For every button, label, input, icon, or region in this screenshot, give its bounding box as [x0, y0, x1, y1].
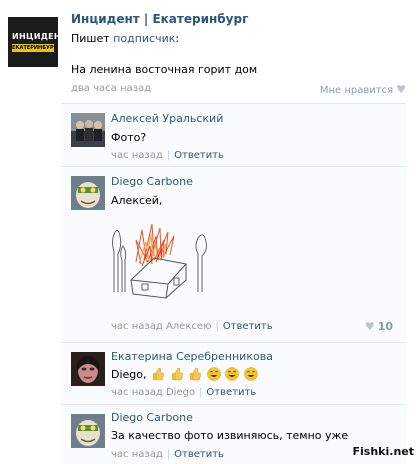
post-like-button[interactable]: Мне нравится ♥ — [320, 83, 406, 96]
thumbs-up-icon — [171, 367, 183, 381]
laughing-face-icon — [225, 367, 239, 381]
thumbs-up-icon — [190, 367, 201, 381]
comment-meta: час назад Алексею | Ответить — [111, 321, 273, 332]
comment-like-count: 10 — [377, 320, 393, 333]
like-label: Мне нравится — [319, 85, 394, 96]
comment-time[interactable]: час назад — [111, 449, 163, 460]
comment-time[interactable]: час назад — [111, 150, 163, 161]
post: ИНЦИДЕНТ ЕКАТЕРИНБУРГ Инцидент | Екатери… — [0, 0, 420, 103]
reply-to[interactable]: Diego — [166, 387, 195, 398]
signer-prefix: Пишет — [71, 32, 114, 45]
signer-link[interactable]: подписчик — [113, 32, 175, 45]
comment-author[interactable]: Diego Carbone — [111, 411, 193, 424]
comment-text-prefix: Diego, — [111, 368, 147, 381]
comment: Екатерина Серебренникова Diego, час наза… — [61, 342, 406, 404]
comment: Алексей Уральский Фото? час назад | Ответи… — [61, 103, 406, 166]
signer-suffix: : — [175, 32, 180, 45]
comment-time[interactable]: час назад — [111, 387, 163, 398]
group-avatar[interactable]: ИНЦИДЕНТ ЕКАТЕРИНБУРГ — [8, 17, 58, 67]
comment-time[interactable]: час назад — [111, 321, 163, 332]
heart-icon: ♥ — [364, 320, 375, 333]
avatar[interactable] — [71, 352, 105, 386]
reply-button[interactable]: Ответить — [223, 321, 273, 332]
comment-author[interactable]: Алексей Уральский — [111, 112, 223, 125]
post-time[interactable]: два часа назад — [71, 83, 151, 94]
comment-author[interactable]: Екатерина Серебренникова — [111, 350, 273, 363]
comment-meta: час назад Diego | Ответить — [111, 387, 257, 398]
group-logo-subtext: ЕКАТЕРИНБУРГ — [12, 44, 57, 52]
group-name-link[interactable]: Инцидент | Екатеринбург — [71, 12, 248, 26]
avatar[interactable] — [71, 113, 105, 147]
comment-text: За качество фото извиняюсь, темно уже — [111, 429, 349, 442]
group-logo-text: ИНЦИДЕНТ — [12, 32, 58, 41]
reply-button[interactable]: Ответить — [174, 449, 224, 460]
burning-house-drawing — [112, 223, 207, 299]
reply-to[interactable]: Алексею — [166, 321, 212, 332]
comment-text: Фото? — [111, 131, 147, 144]
reply-button[interactable]: Ответить — [206, 387, 256, 398]
watermark: Fishki.net — [352, 445, 414, 458]
laughing-face-icon — [243, 367, 258, 381]
comment-meta: час назад | Ответить — [111, 449, 224, 460]
post-text: На ленина восточная горит дом — [71, 63, 258, 76]
comment-text: Алексей, — [111, 194, 163, 207]
comment-meta: час назад | Ответить — [111, 150, 224, 161]
heart-icon: ♥ — [396, 83, 406, 96]
comment-like-button[interactable]: ♥ 10 — [365, 320, 393, 333]
comment-author[interactable]: Diego Carbone — [111, 175, 193, 188]
comment-text: Diego, — [111, 367, 258, 381]
avatar[interactable] — [71, 414, 105, 448]
post-signer: Пишет подписчик: — [71, 32, 179, 45]
avatar[interactable] — [71, 176, 105, 210]
reply-button[interactable]: Ответить — [174, 150, 224, 161]
laughing-face-icon — [206, 367, 221, 381]
thumbs-up-icon — [153, 367, 164, 381]
